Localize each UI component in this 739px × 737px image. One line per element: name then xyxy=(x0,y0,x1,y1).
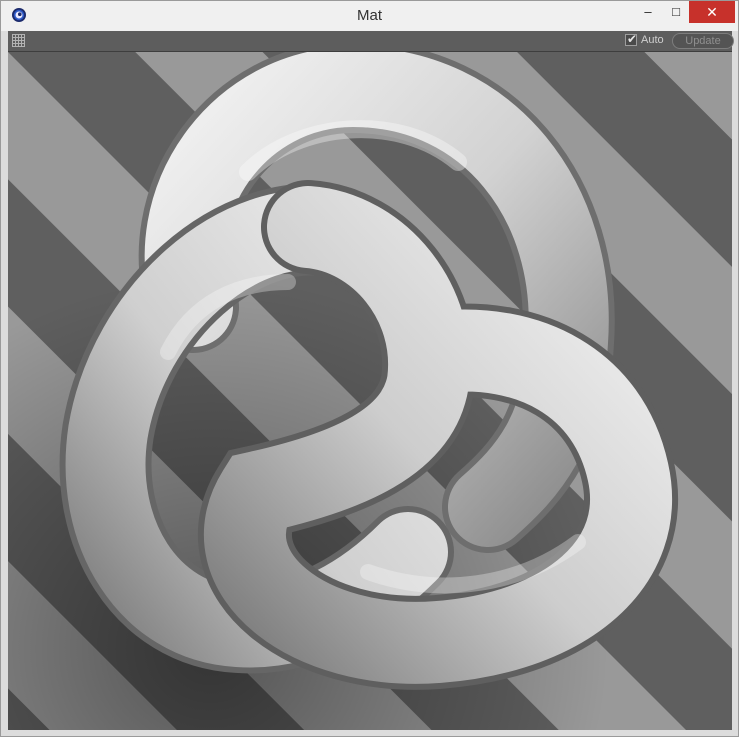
checkbox-check-icon: ✔ xyxy=(627,32,638,46)
maximize-icon[interactable]: □ xyxy=(663,1,689,23)
material-preview-window: Mat – □ ✕ ✔ Auto Update xyxy=(0,0,739,737)
preview-toolbar: ✔ Auto Update xyxy=(8,31,734,52)
close-icon[interactable]: ✕ xyxy=(689,1,735,23)
auto-label: Auto xyxy=(641,34,664,46)
title-bar[interactable]: Mat – □ ✕ xyxy=(1,1,738,31)
material-preview-viewport[interactable] xyxy=(8,52,732,730)
window-title: Mat xyxy=(356,7,382,24)
auto-checkbox[interactable]: ✔ xyxy=(625,32,638,46)
grid-grip-icon[interactable] xyxy=(12,34,25,47)
minimize-icon[interactable]: – xyxy=(633,1,663,23)
update-button[interactable]: Update xyxy=(672,33,734,49)
preview-render xyxy=(8,52,732,730)
